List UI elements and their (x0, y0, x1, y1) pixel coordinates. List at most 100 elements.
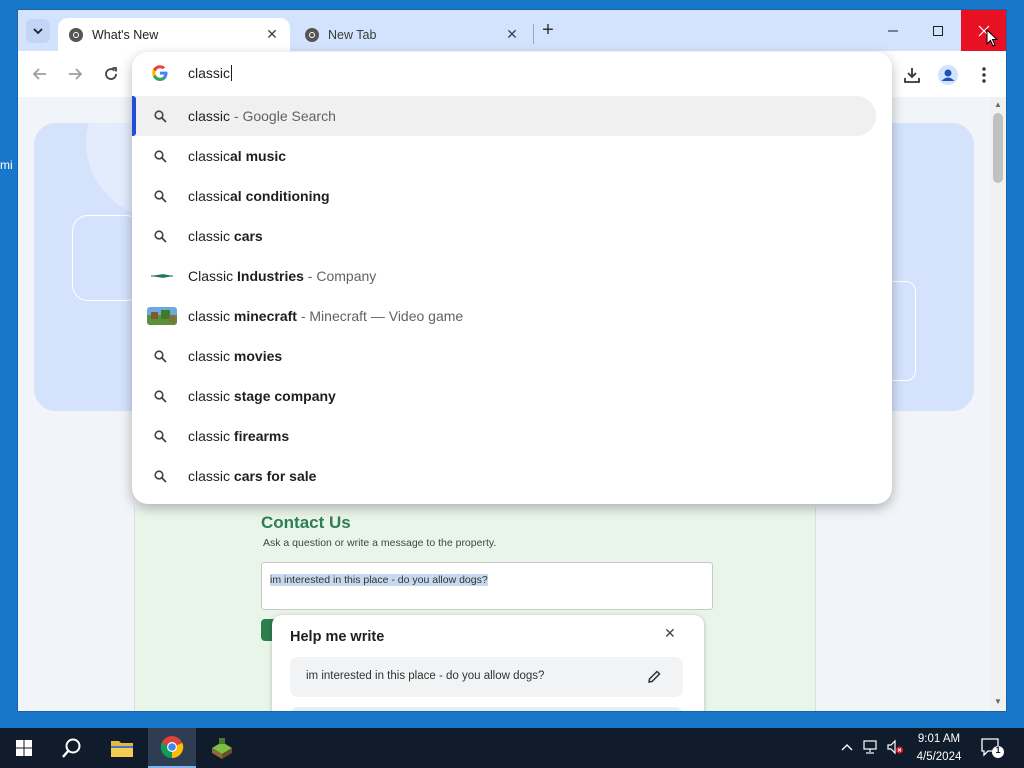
suggestion-item[interactable]: classic cars (132, 216, 876, 256)
close-window-button[interactable] (961, 10, 1006, 51)
search-icon (153, 189, 167, 203)
chrome-menu-button[interactable] (972, 63, 996, 87)
minecraft-thumbnail (147, 307, 177, 325)
search-icon (153, 469, 167, 483)
omnibox-input[interactable]: classic (188, 65, 233, 81)
chrome-favicon-icon (69, 27, 83, 42)
selection-indicator (132, 96, 136, 136)
search-icon (62, 738, 81, 758)
show-hidden-icons-chevron-icon[interactable] (838, 738, 856, 756)
contact-subtitle: Ask a question or write a message to the… (263, 537, 497, 549)
mouse-cursor-icon (986, 29, 998, 47)
message-textarea[interactable]: im interested in this place - do you all… (261, 562, 713, 610)
tab-title: New Tab (328, 27, 377, 42)
help-me-write-card: Help me write ✕ im interested in this pl… (272, 615, 704, 711)
chrome-taskbar-button[interactable] (148, 728, 196, 768)
folder-icon (111, 741, 133, 757)
arrow-right-icon (69, 68, 83, 80)
scroll-up-arrow-icon[interactable]: ▲ (994, 100, 1002, 109)
suggestion-text: classic cars (188, 228, 263, 244)
profile-button[interactable] (936, 63, 960, 87)
back-button[interactable] (29, 63, 51, 85)
search-icon (153, 389, 167, 403)
tab-strip: What's New ✕ New Tab ✕ + (18, 10, 1006, 51)
search-icon (153, 149, 167, 163)
reload-button[interactable] (100, 63, 122, 85)
scrollbar-thumb[interactable] (993, 113, 1003, 183)
action-center-button[interactable]: 1 (980, 737, 1004, 759)
close-icon[interactable]: ✕ (664, 625, 676, 642)
taskbar-search-button[interactable] (48, 728, 96, 768)
search-icon (153, 109, 167, 123)
clock-time: 9:01 AM (917, 733, 961, 745)
scroll-down-arrow-icon[interactable]: ▼ (994, 697, 1002, 706)
file-explorer-button[interactable] (98, 728, 146, 768)
contact-us-heading: Contact Us (261, 513, 351, 532)
desktop-icon-label[interactable]: mi (0, 158, 18, 172)
help-me-write-prompt[interactable]: im interested in this place - do you all… (290, 657, 683, 697)
search-icon (153, 229, 167, 243)
downloads-button[interactable] (900, 63, 924, 87)
search-icon (153, 429, 167, 443)
profile-avatar-icon (938, 65, 958, 85)
suggestion-text: Classic Industries - Company (188, 268, 377, 284)
address-bar[interactable]: classic (132, 52, 892, 94)
forward-button[interactable] (64, 63, 86, 85)
suggestion-text: classical conditioning (188, 188, 330, 204)
suggestion-item[interactable]: classic firearms (132, 416, 876, 456)
pencil-icon[interactable] (646, 669, 662, 685)
minecraft-launcher-icon (212, 738, 232, 759)
suggestion-text: classic firearms (188, 428, 290, 444)
tab-title: What's New (92, 27, 159, 42)
search-icon (153, 349, 167, 363)
suggestion-text: classical music (188, 148, 287, 164)
chrome-favicon-icon (305, 27, 319, 42)
windows-logo-icon (16, 740, 32, 756)
suggestion-item[interactable]: classic movies (132, 336, 876, 376)
start-button[interactable] (0, 728, 48, 768)
vertical-scrollbar[interactable]: ▲ ▼ (990, 97, 1006, 711)
suggestion-item[interactable]: classic minecraft - Minecraft — Video ga… (132, 296, 876, 336)
download-icon (904, 68, 920, 83)
maximize-button[interactable] (915, 10, 960, 51)
volume-muted-icon[interactable] (886, 738, 904, 756)
close-tab-icon[interactable]: ✕ (264, 26, 280, 43)
more-vertical-icon (982, 67, 986, 83)
notification-count: 1 (995, 745, 1001, 755)
suggestion-text: classic - Google Search (188, 108, 336, 124)
suggestion-text: classic movies (188, 348, 283, 364)
reload-icon (105, 67, 117, 80)
windows-taskbar: 9:01 AM 4/5/2024 1 (0, 728, 1024, 768)
minimize-button[interactable] (870, 10, 915, 51)
tab-whats-new[interactable]: What's New ✕ (58, 18, 290, 51)
suggestion-item[interactable]: Classic Industries - Company (132, 256, 876, 296)
help-me-write-options[interactable] (290, 707, 683, 711)
suggestion-text: classic cars for sale (188, 468, 317, 484)
suggestion-text: classic stage company (188, 388, 336, 404)
minimize-icon (887, 30, 898, 31)
suggestion-item[interactable]: classic - Google Search (132, 96, 876, 136)
company-logo-thumbnail (147, 267, 177, 285)
message-selected-text: im interested in this place - do you all… (270, 574, 488, 586)
suggestion-item[interactable]: classical conditioning (132, 176, 876, 216)
property-page-card: Contact Us Ask a question or write a mes… (134, 507, 816, 711)
maximize-icon (932, 25, 943, 36)
taskbar-clock[interactable]: 9:01 AM 4/5/2024 (908, 730, 970, 766)
tab-new-tab[interactable]: New Tab ✕ (294, 18, 530, 51)
suggestion-text: classic minecraft - Minecraft — Video ga… (188, 308, 464, 324)
help-me-write-title: Help me write (290, 629, 385, 645)
tab-separator (533, 24, 534, 44)
suggestion-item[interactable]: classic stage company (132, 376, 876, 416)
chevron-down-icon (33, 28, 43, 35)
suggestion-item[interactable]: classical music (132, 136, 876, 176)
suggestion-item[interactable]: classic cars for sale (132, 456, 876, 496)
new-tab-plus-icon[interactable]: + (538, 20, 558, 41)
help-prompt-text: im interested in this place - do you all… (306, 670, 545, 682)
minecraft-taskbar-button[interactable] (198, 728, 246, 768)
arrow-left-icon (32, 68, 46, 80)
google-g-icon (152, 65, 168, 81)
close-tab-icon[interactable]: ✕ (504, 26, 520, 43)
tab-search-button[interactable] (26, 19, 50, 43)
clock-date: 4/5/2024 (916, 751, 962, 763)
network-icon[interactable] (862, 738, 880, 756)
